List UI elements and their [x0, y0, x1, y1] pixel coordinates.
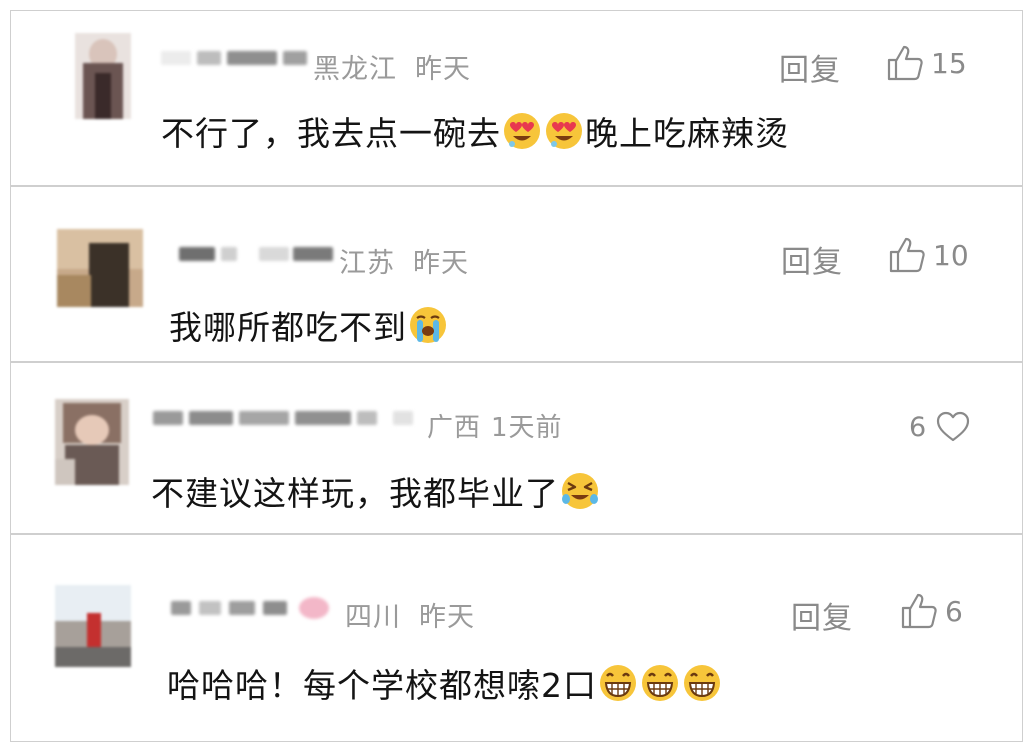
- grinning-emoji: [598, 663, 638, 703]
- thumbs-up-icon: [899, 591, 939, 631]
- heart-eyes-emoji: [502, 111, 542, 151]
- reply-button[interactable]: 回复: [781, 237, 843, 281]
- region-label: 四川: [345, 602, 401, 633]
- like-button[interactable]: 10: [887, 235, 969, 275]
- comment-text-part: 我哪所都吃不到: [169, 308, 407, 347]
- grinning-emoji: [640, 663, 680, 703]
- comment-meta: 四川 昨天: [345, 595, 475, 634]
- comment-text: 我哪所都吃不到: [169, 301, 449, 349]
- comment-text: 不行了，我去点一碗去 晚上吃麻辣烫: [161, 107, 789, 155]
- loudly-crying-emoji: [408, 305, 448, 345]
- like-count: 6: [945, 594, 963, 628]
- region-label: 黑龙江: [313, 54, 397, 85]
- comment-list: 黑龙江 昨天 回复 15 不行了，我去点一碗去 晚上吃麻辣烫 江苏 昨天 回复 …: [10, 10, 1023, 742]
- avatar[interactable]: [57, 229, 143, 307]
- comment-meta: 广西 1天前: [427, 407, 563, 444]
- comment-text-part: 不建议这样玩，我都毕业了: [151, 474, 559, 513]
- region-label: 江苏: [339, 248, 395, 279]
- like-count: 6: [909, 411, 927, 443]
- username-blurred[interactable]: [171, 597, 341, 619]
- like-count: 10: [933, 238, 969, 272]
- comment-item: 广西 1天前 6 不建议这样玩，我都毕业了: [10, 362, 1023, 534]
- like-button[interactable]: 15: [885, 43, 967, 83]
- time-label: 昨天: [413, 248, 469, 279]
- laughing-tears-emoji: [560, 471, 600, 511]
- comment-meta: 江苏 昨天: [339, 241, 469, 280]
- comment-text: 哈哈哈！每个学校都想嗦2口: [167, 659, 723, 707]
- username-blurred[interactable]: [161, 47, 311, 69]
- comment-item: 黑龙江 昨天 回复 15 不行了，我去点一碗去 晚上吃麻辣烫: [10, 10, 1023, 186]
- username-blurred[interactable]: [179, 243, 339, 265]
- avatar[interactable]: [55, 399, 129, 485]
- time-label: 昨天: [419, 602, 475, 633]
- username-blurred[interactable]: [153, 407, 423, 429]
- comment-meta: 黑龙江 昨天: [313, 47, 471, 86]
- comment-text-part: 不行了，我去点一碗去: [161, 114, 501, 153]
- comment-text-part: 哈哈哈！每个学校都想嗦2口: [167, 666, 597, 705]
- grinning-emoji: [682, 663, 722, 703]
- region-label: 广西: [427, 413, 482, 443]
- time-label: 昨天: [415, 54, 471, 85]
- reply-button[interactable]: 回复: [779, 45, 841, 89]
- thumbs-up-icon: [887, 235, 927, 275]
- comment-text: 不建议这样玩，我都毕业了: [151, 467, 601, 515]
- like-button[interactable]: 6: [909, 411, 970, 443]
- comment-item: 江苏 昨天 回复 10 我哪所都吃不到: [10, 186, 1023, 362]
- heart-eyes-emoji: [544, 111, 584, 151]
- like-count: 15: [931, 46, 967, 80]
- comment-text-part: 晚上吃麻辣烫: [585, 114, 789, 153]
- thumbs-up-icon: [885, 43, 925, 83]
- avatar[interactable]: [75, 33, 131, 119]
- reply-button[interactable]: 回复: [791, 593, 853, 637]
- heart-icon: [936, 411, 970, 443]
- comment-item: 四川 昨天 回复 6 哈哈哈！每个学校都想嗦2口: [10, 534, 1023, 742]
- time-label: 1天前: [491, 413, 563, 443]
- avatar[interactable]: [55, 585, 131, 667]
- like-button[interactable]: 6: [899, 591, 963, 631]
